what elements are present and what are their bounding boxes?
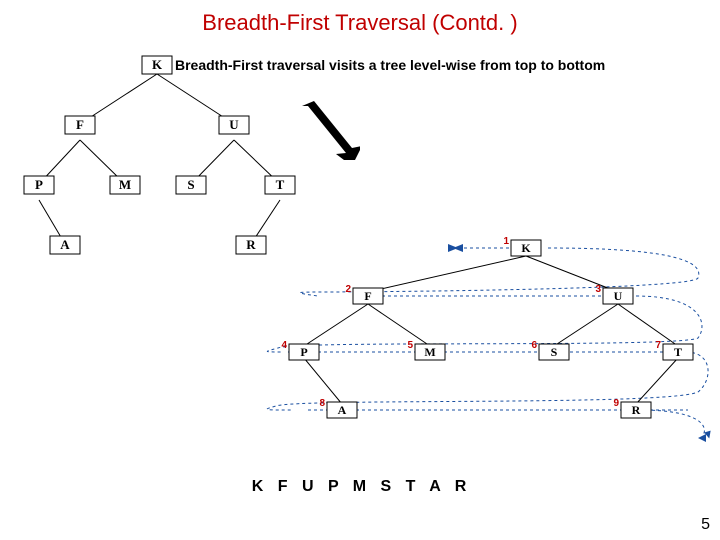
trav-node-M: M [424, 345, 435, 359]
visit-order-2: 2 [345, 284, 351, 295]
trav-node-U: U [614, 289, 623, 303]
page-number: 5 [701, 516, 710, 534]
visit-order-5: 5 [407, 340, 413, 351]
trav-node-P: P [300, 345, 307, 359]
trav-node-F: F [364, 289, 371, 303]
visit-order-6: 6 [531, 340, 537, 351]
tree-node-S: S [187, 177, 194, 192]
transition-arrow-icon [300, 100, 360, 160]
visit-order-1: 1 [503, 236, 509, 247]
slide-title: Breadth-First Traversal (Contd. ) [0, 10, 720, 36]
traversal-sequence: K F U P M S T A R [0, 478, 720, 496]
trav-node-R: R [632, 403, 641, 417]
tree-node-K: K [152, 57, 163, 72]
tree-node-P: P [35, 177, 43, 192]
visit-order-3: 3 [595, 284, 601, 295]
trav-node-S: S [551, 345, 558, 359]
traversal-tree-diagram: 1 2 3 4 5 6 7 8 9 K F U P M S T A R [258, 230, 713, 460]
trav-node-A: A [338, 403, 347, 417]
trav-node-T: T [674, 345, 682, 359]
tree-node-A: A [60, 237, 70, 252]
tree-node-F: F [76, 117, 84, 132]
visit-order-9: 9 [613, 398, 619, 409]
trav-node-K: K [521, 241, 531, 255]
tree-node-U: U [229, 117, 239, 132]
tree-node-M: M [119, 177, 131, 192]
tree-node-R: R [246, 237, 256, 252]
tree-node-T: T [276, 177, 285, 192]
visit-order-7: 7 [655, 340, 661, 351]
visit-order-8: 8 [319, 398, 325, 409]
visit-order-4: 4 [281, 340, 287, 351]
